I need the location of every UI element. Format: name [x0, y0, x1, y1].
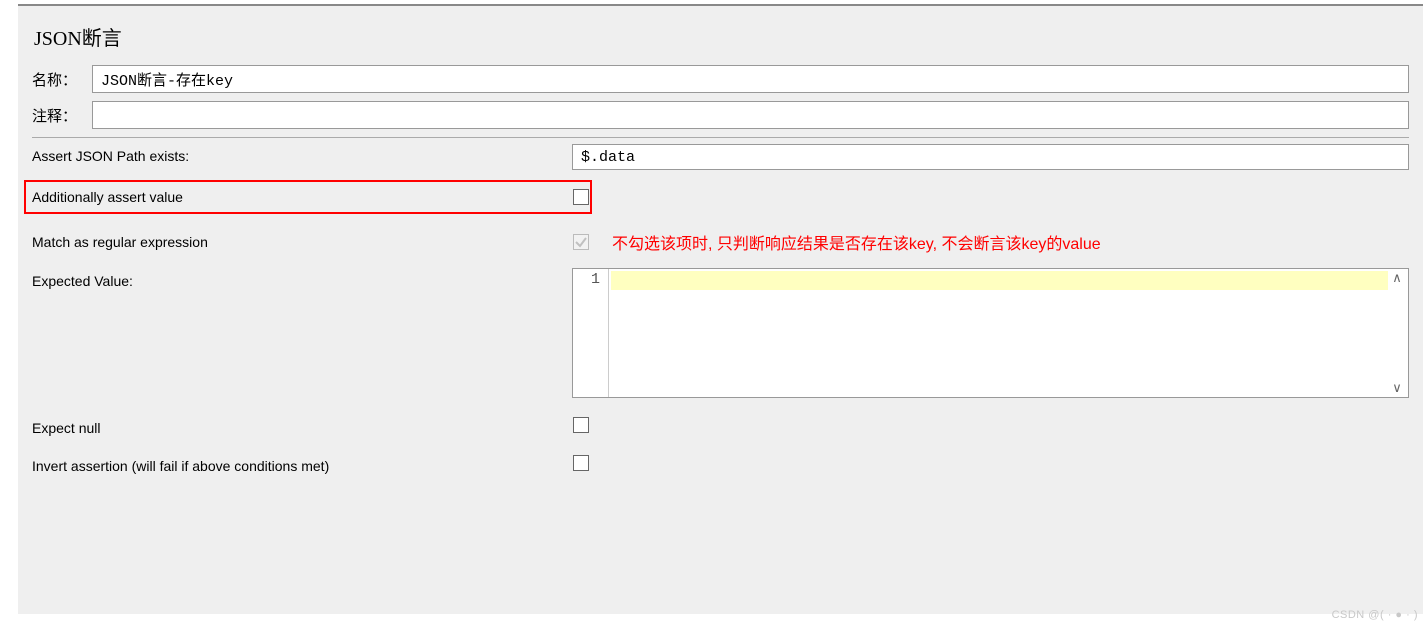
- json-path-input[interactable]: [572, 144, 1409, 170]
- check-icon: [574, 235, 588, 249]
- invert-row: Invert assertion (will fail if above con…: [32, 454, 1409, 478]
- comment-input[interactable]: [92, 101, 1409, 129]
- assert-value-highlight: Additionally assert value: [24, 180, 592, 214]
- line-number: 1: [573, 271, 600, 288]
- expect-null-checkbox[interactable]: [573, 417, 589, 433]
- expected-value-row: Expected Value: 1 ∧ ∨: [32, 268, 1409, 398]
- scroll-down-icon[interactable]: ∨: [1390, 381, 1404, 395]
- editor-gutter: 1: [573, 269, 609, 397]
- annotation-text: 不勾选该项时, 只判断响应结果是否存在该key, 不会断言该key的value: [612, 230, 1101, 254]
- expect-null-row: Expect null: [32, 416, 1409, 440]
- comment-label: 注释：: [32, 105, 92, 126]
- watermark: CSDN @( · ● · ): [1332, 609, 1418, 621]
- invert-checkbox[interactable]: [573, 455, 589, 471]
- comment-row: 注释：: [32, 101, 1409, 129]
- json-assertion-panel: JSON断言 名称： 注释： Assert JSON Path exists: …: [18, 4, 1423, 614]
- expected-value-label: Expected Value:: [32, 273, 133, 289]
- assert-value-label: Additionally assert value: [32, 189, 572, 205]
- expected-value-editor[interactable]: 1 ∧ ∨: [572, 268, 1409, 398]
- scroll-up-icon[interactable]: ∧: [1390, 271, 1404, 285]
- json-path-label: Assert JSON Path exists:: [32, 148, 189, 164]
- match-regex-checkbox: [573, 234, 589, 250]
- assert-value-checkbox[interactable]: [573, 189, 589, 205]
- name-label: 名称：: [32, 69, 92, 90]
- assert-value-row: Additionally assert value: [32, 180, 1409, 214]
- expect-null-label: Expect null: [32, 420, 100, 436]
- panel-title: JSON断言: [34, 22, 1409, 51]
- json-path-row: Assert JSON Path exists:: [32, 144, 1409, 170]
- invert-label: Invert assertion (will fail if above con…: [32, 458, 329, 474]
- name-row: 名称：: [32, 65, 1409, 93]
- name-input[interactable]: [92, 65, 1409, 93]
- editor-body[interactable]: ∧ ∨: [609, 269, 1408, 397]
- match-regex-row: Match as regular expression 不勾选该项时, 只判断响…: [32, 230, 1409, 254]
- separator: [32, 137, 1409, 138]
- match-regex-label: Match as regular expression: [32, 234, 208, 250]
- editor-current-line: [611, 271, 1388, 290]
